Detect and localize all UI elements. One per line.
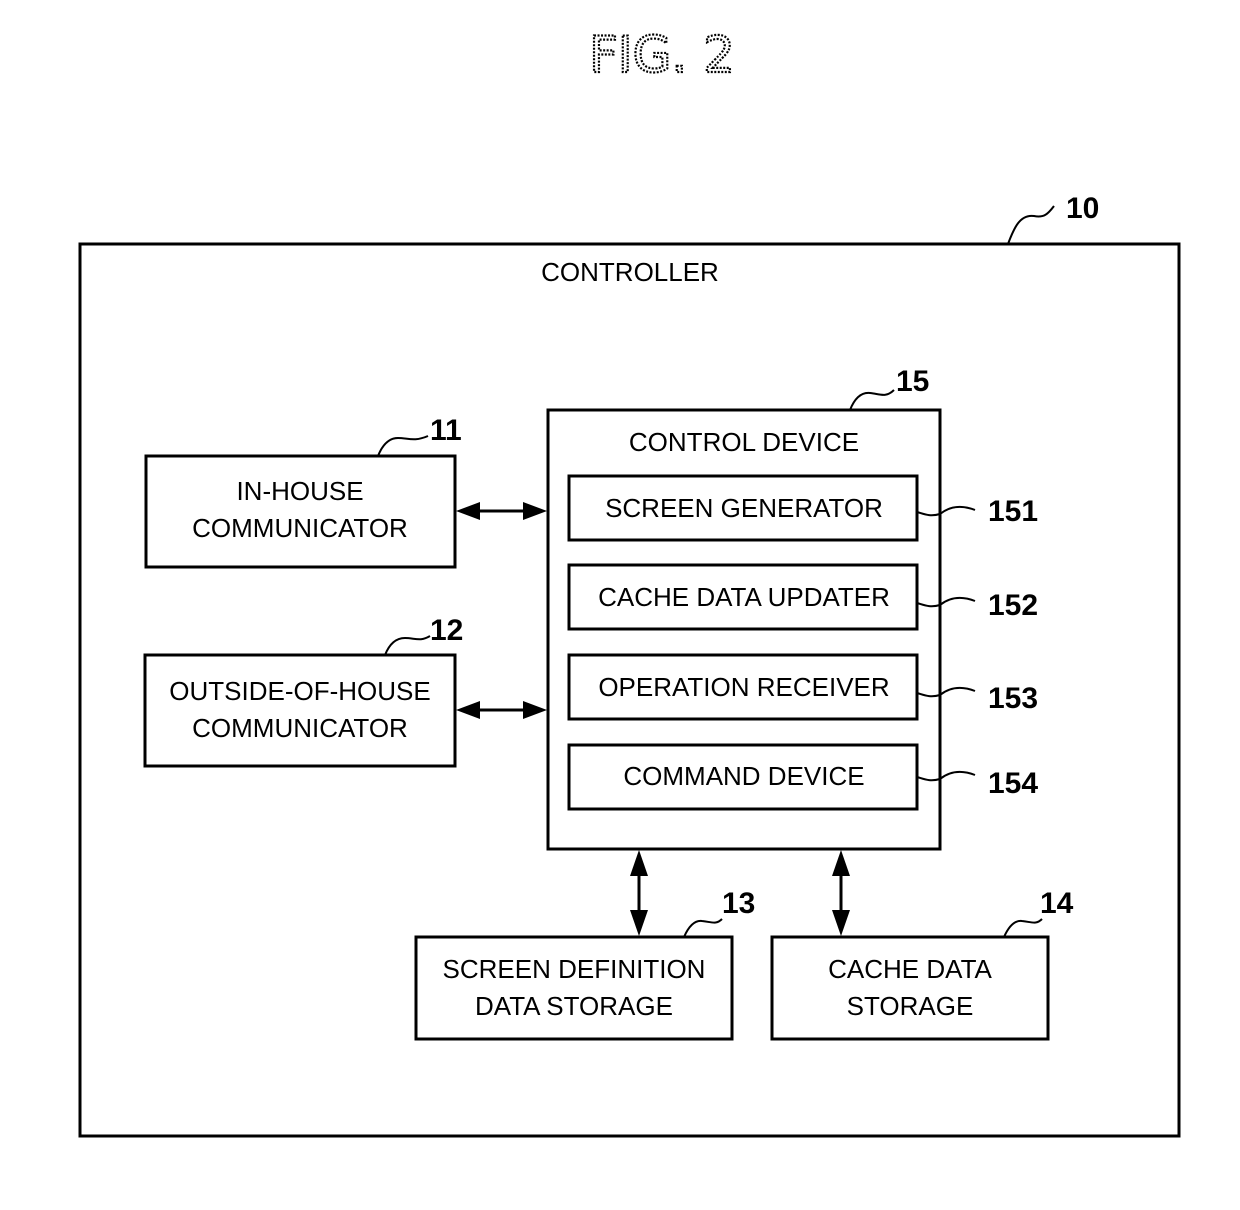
cache-storage-ref-number: 14 (1040, 887, 1074, 920)
in-house-communicator-box (144, 454, 457, 569)
cache-storage-label-line2: STORAGE (847, 991, 974, 1021)
module-label: CACHE DATA UPDATER (598, 582, 890, 612)
controller-ref-leader (1007, 205, 1055, 245)
screen-definition-storage-label-line1: SCREEN DEFINITION (443, 954, 706, 984)
module-ref-number: 152 (988, 589, 1038, 622)
cache-storage-label-line1: CACHE DATA (828, 954, 992, 984)
outside-house-communicator-label-line1: OUTSIDE-OF-HOUSE (169, 676, 430, 706)
cache-storage-box (770, 935, 1050, 1041)
module-label: SCREEN GENERATOR (605, 493, 883, 523)
controller-label: CONTROLLER (541, 257, 719, 287)
control-device-ref-number: 15 (896, 365, 929, 398)
screen-definition-ref-number: 13 (722, 887, 755, 920)
block-diagram: FIG. 2 CONTROLLER 10 IN-HOUSE COMMUNICAT… (78, 25, 1181, 1138)
module-ref-number: 154 (988, 767, 1038, 800)
module-label: OPERATION RECEIVER (598, 672, 889, 702)
screen-definition-storage-label-line2: DATA STORAGE (475, 991, 673, 1021)
module-label: COMMAND DEVICE (623, 761, 864, 791)
controller-ref-number: 10 (1066, 192, 1099, 225)
in-house-communicator-label-line2: COMMUNICATOR (192, 513, 408, 543)
screen-definition-storage-box (414, 935, 734, 1041)
in-house-ref-number: 11 (430, 414, 462, 447)
module-ref-number: 151 (988, 495, 1038, 528)
figure-title: FIG. 2 (589, 26, 735, 84)
in-house-communicator-label-line1: IN-HOUSE (236, 476, 363, 506)
outside-house-communicator-box (143, 653, 457, 768)
outside-house-ref-number: 12 (430, 614, 463, 647)
control-device-label: CONTROL DEVICE (629, 427, 859, 457)
outside-house-communicator-label-line2: COMMUNICATOR (192, 713, 408, 743)
module-ref-number: 153 (988, 682, 1038, 715)
